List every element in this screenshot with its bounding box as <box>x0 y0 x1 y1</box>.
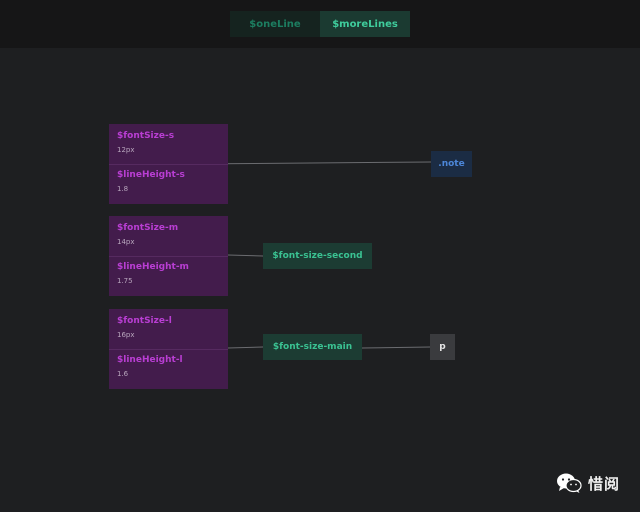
mixin-node-font-size-second[interactable]: $font-size-second <box>263 243 372 269</box>
group-divider <box>109 349 228 350</box>
variable-value: 1.75 <box>117 277 133 285</box>
variable-group-s[interactable]: $fontSize-s 12px $lineHeight-s 1.8 <box>109 124 228 204</box>
watermark: 惜阅 <box>556 471 620 495</box>
watermark-text: 惜阅 <box>588 474 621 493</box>
element-node-p[interactable]: p <box>430 334 455 360</box>
diagram-canvas: $oneLine $moreLines $fontSize-s 12px $li… <box>0 0 640 512</box>
variable-fontsize-l: $fontSize-l 16px <box>117 316 172 340</box>
variable-name: $lineHeight-l <box>117 355 183 365</box>
link-group-m-to-second <box>227 254 264 257</box>
variable-value: 16px <box>117 331 135 339</box>
link-group-l-to-main <box>227 346 264 349</box>
variable-value: 1.6 <box>117 370 129 378</box>
link-main-to-p <box>361 346 431 349</box>
mixin-node-font-size-main[interactable]: $font-size-main <box>263 334 362 360</box>
variable-group-m[interactable]: $fontSize-m 14px $lineHeight-m 1.75 <box>109 216 228 296</box>
selector-node-note[interactable]: .note <box>431 151 472 177</box>
variable-value: 14px <box>117 238 135 246</box>
wechat-icon <box>557 473 582 493</box>
variable-name: $fontSize-l <box>117 316 172 326</box>
variable-name: $lineHeight-s <box>117 170 185 180</box>
variable-name: $lineHeight-m <box>117 262 189 272</box>
variable-lineheight-m: $lineHeight-m 1.75 <box>117 262 189 286</box>
variable-name: $fontSize-s <box>117 131 175 141</box>
variable-fontsize-s: $fontSize-s 12px <box>117 131 174 155</box>
variable-lineheight-s: $lineHeight-s 1.8 <box>117 170 185 194</box>
variable-lineheight-l: $lineHeight-l 1.6 <box>117 355 183 379</box>
variable-value: 12px <box>117 146 135 154</box>
group-divider <box>109 164 228 165</box>
group-divider <box>109 256 228 257</box>
variable-value: 1.8 <box>117 185 129 193</box>
variable-group-l[interactable]: $fontSize-l 16px $lineHeight-l 1.6 <box>109 309 228 389</box>
variable-fontsize-m: $fontSize-m 14px <box>117 223 178 247</box>
variable-name: $fontSize-m <box>117 223 179 233</box>
